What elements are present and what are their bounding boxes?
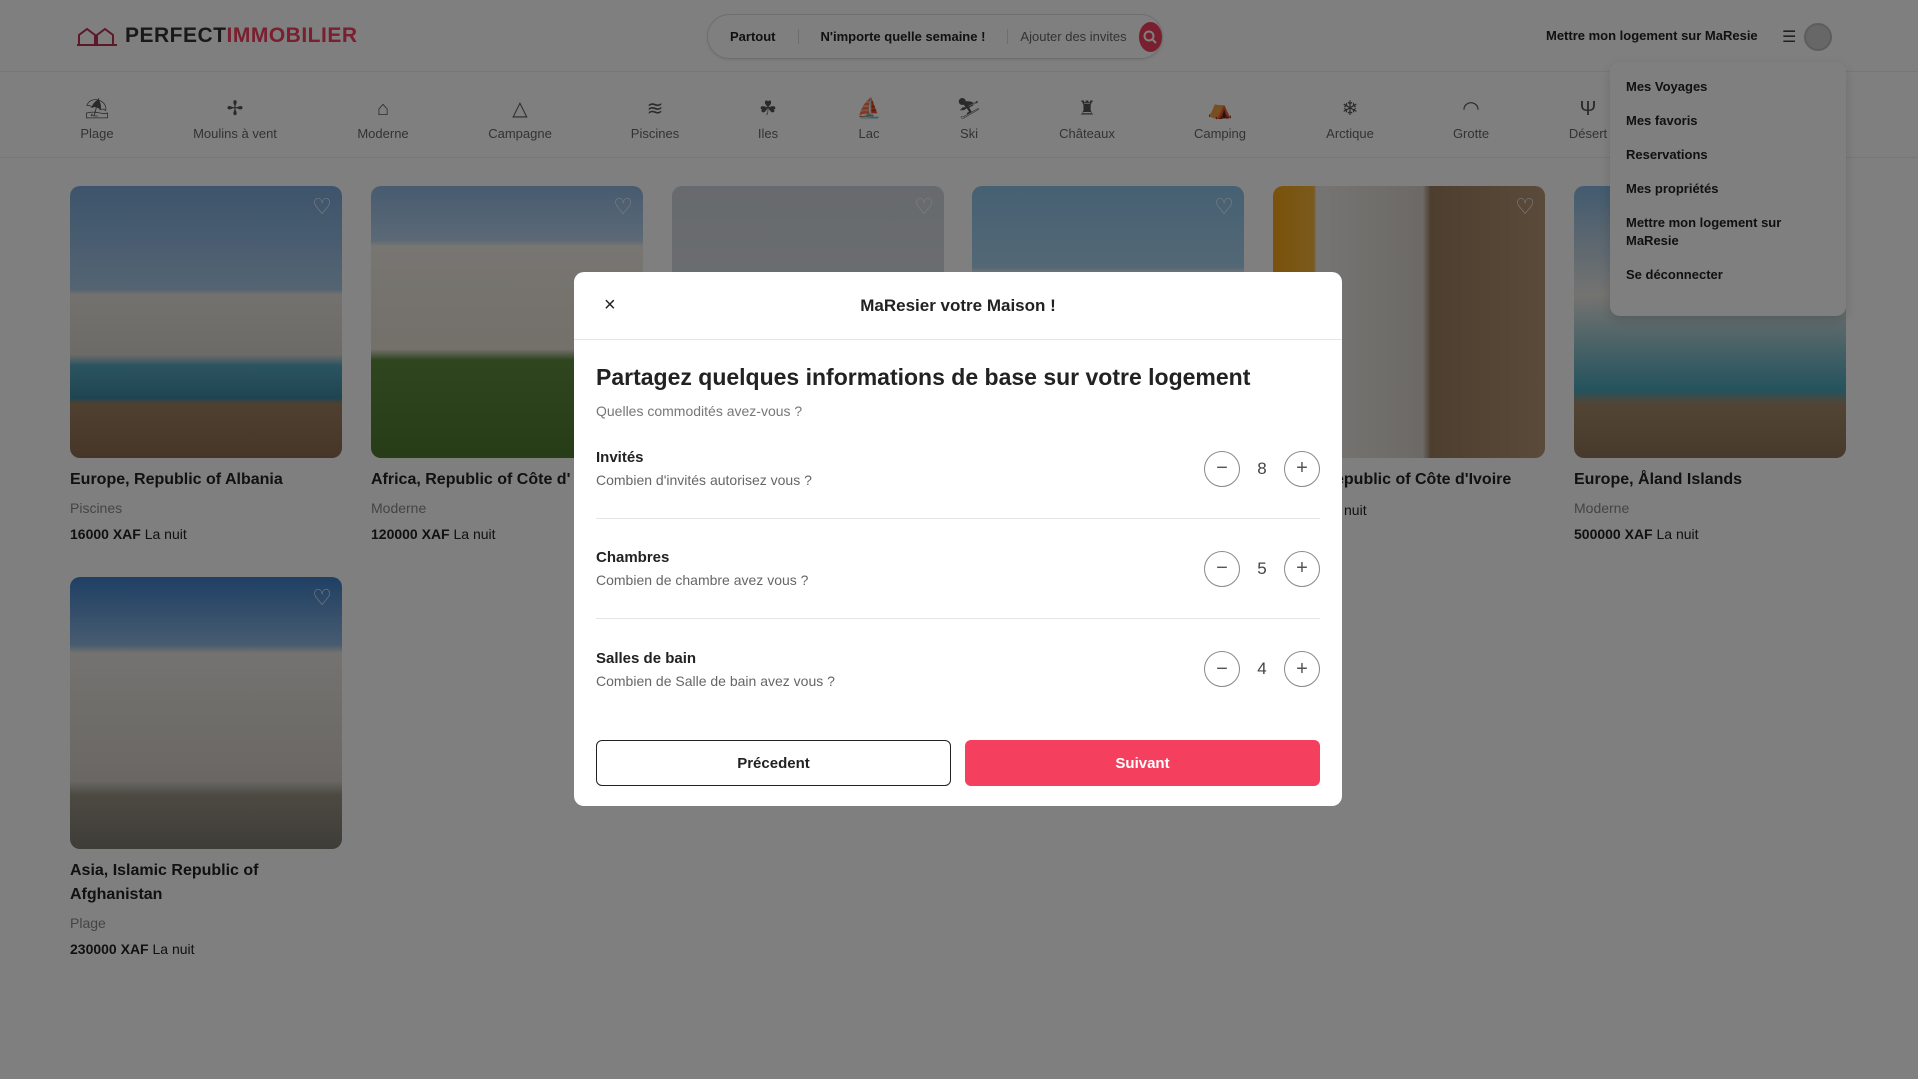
counter-value: 4 <box>1257 659 1267 678</box>
counter-description: Combien de Salle de bain avez vous ? <box>596 672 835 689</box>
counter-description: Combien de chambre avez vous ? <box>596 572 809 588</box>
guests-counter: − 8 + <box>1204 450 1320 487</box>
counter-row-rooms: Chambres Combien de chambre avez vous ? … <box>596 519 1320 619</box>
counter-title: Chambres <box>596 549 670 566</box>
rooms-counter: − 5 + <box>1204 550 1320 587</box>
increment-button[interactable]: + <box>1284 450 1320 487</box>
increment-button[interactable]: + <box>1284 651 1320 687</box>
counter-description: Combien d'invités autorisez vous ? <box>596 472 812 488</box>
close-icon[interactable]: × <box>604 294 616 317</box>
decrement-button[interactable]: − <box>1204 450 1240 487</box>
counter-title: Invités <box>596 449 644 466</box>
modal-heading: Partagez quelques informations de base s… <box>596 364 1251 390</box>
modal-actions: Précedent Suivant <box>596 740 1320 786</box>
plus-icon: + <box>1296 457 1308 479</box>
counter-value: 5 <box>1257 558 1267 578</box>
counter-value: 8 <box>1257 458 1267 478</box>
bathrooms-counter: − 4 + <box>1204 651 1320 687</box>
modal-subheading: Quelles commodités avez-vous ? <box>596 403 803 419</box>
increment-button[interactable]: + <box>1284 550 1320 587</box>
minus-icon: − <box>1216 557 1228 579</box>
previous-button[interactable]: Précedent <box>596 740 951 786</box>
minus-icon: − <box>1216 657 1228 680</box>
counter-row-bathrooms: Salles de bain Combien de Salle de bain … <box>596 619 1320 719</box>
decrement-button[interactable]: − <box>1204 550 1240 587</box>
decrement-button[interactable]: − <box>1204 651 1240 687</box>
modal-title: MaResier votre Maison ! <box>860 295 1056 315</box>
plus-icon: + <box>1296 657 1308 680</box>
modal-header: × MaResier votre Maison ! <box>574 272 1342 340</box>
rent-modal: × MaResier votre Maison ! Partagez quelq… <box>574 272 1342 806</box>
counter-title: Salles de bain <box>596 649 697 667</box>
next-button[interactable]: Suivant <box>965 740 1320 786</box>
minus-icon: − <box>1216 457 1228 479</box>
plus-icon: + <box>1296 557 1308 579</box>
modal-body: Partagez quelques informations de base s… <box>574 364 1342 719</box>
counter-row-guests: Invités Combien d'invités autorisez vous… <box>596 419 1320 519</box>
